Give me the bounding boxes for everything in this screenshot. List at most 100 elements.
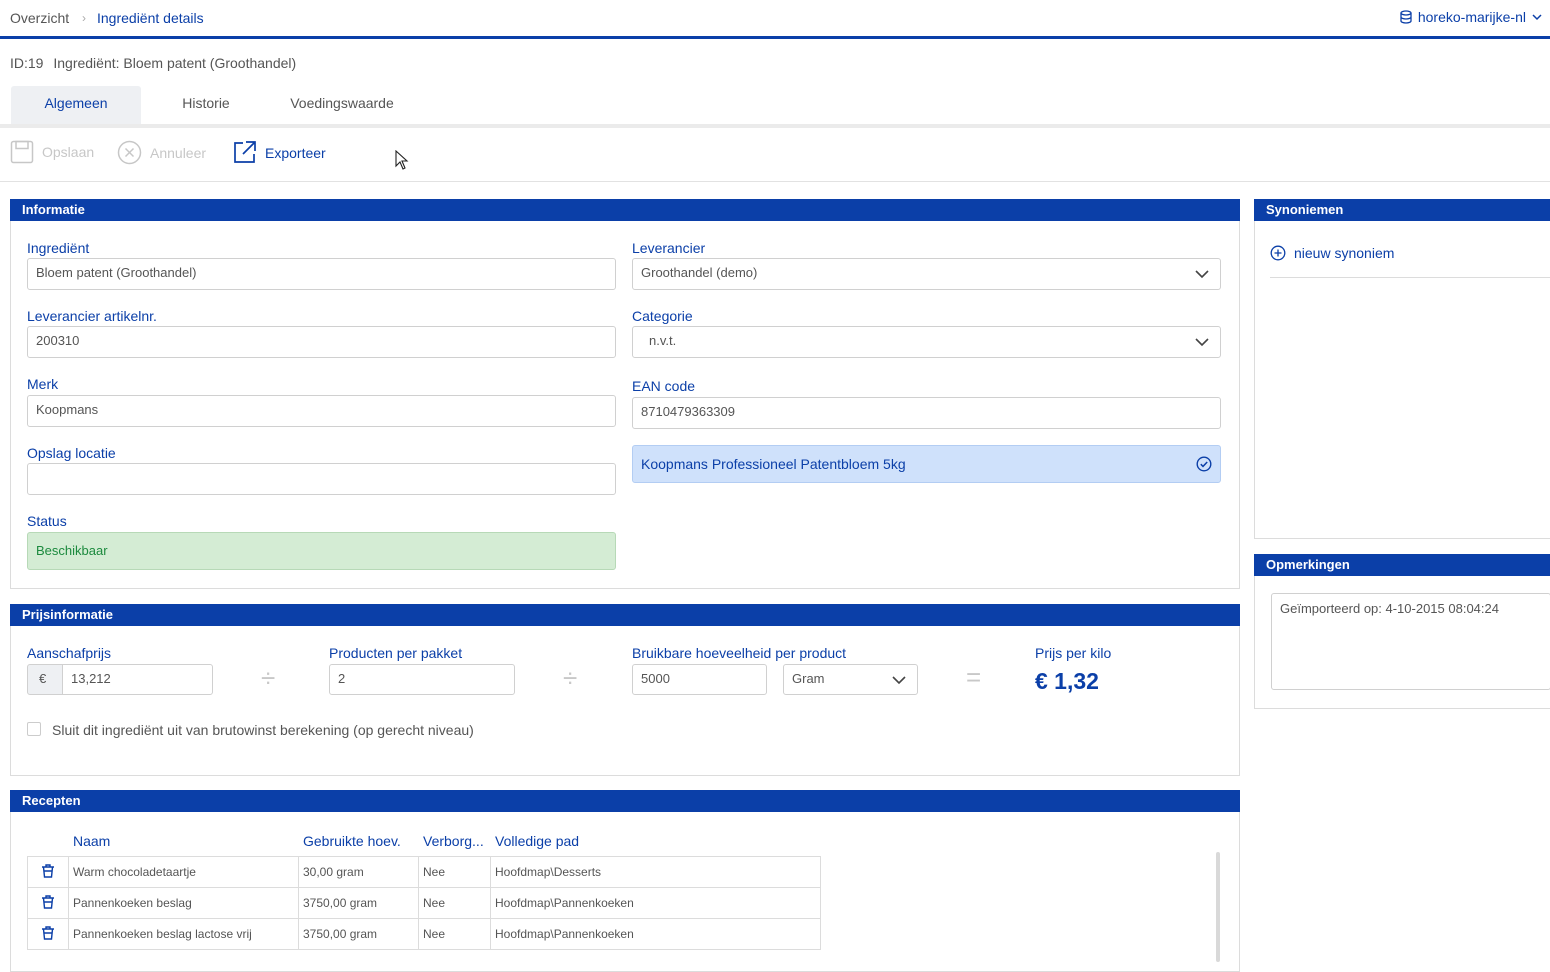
- usable-amount-input[interactable]: 5000: [632, 664, 767, 695]
- ean-match-label: Koopmans Professioneel Patentbloem 5kg: [641, 456, 906, 472]
- page-title: ID:19 Ingrediënt: Bloem patent (Groothan…: [10, 55, 302, 71]
- toolbar: Opslaan Annuleer Exporteer: [0, 128, 1550, 182]
- tenant-name: horeko-marijke-nl: [1417, 9, 1526, 25]
- export-label: Exporteer: [265, 144, 326, 161]
- export-button[interactable]: Exporteer: [232, 140, 326, 165]
- recipe-path-cell: Hoofdmap\Pannenkoeken: [490, 918, 821, 950]
- chevron-down-icon: [1195, 338, 1209, 347]
- database-icon: [1400, 10, 1412, 24]
- tab-historie[interactable]: Historie: [156, 86, 256, 124]
- status-badge[interactable]: Beschikbaar: [27, 532, 616, 570]
- trash-icon: [42, 863, 54, 878]
- divider: [1270, 277, 1550, 278]
- price-per-kilo-value: € 1,32: [1035, 668, 1099, 694]
- synonyms-panel-title: Synoniemen: [1254, 199, 1550, 221]
- recipe-delete-button[interactable]: [27, 856, 69, 888]
- tab-voedingswaarde[interactable]: Voedingswaarde: [272, 86, 412, 124]
- table-row[interactable]: Pannenkoeken beslag 3750,00 gram Nee Hoo…: [27, 887, 821, 919]
- add-synonym-button[interactable]: nieuw synoniem: [1270, 245, 1394, 261]
- recipes-scrollbar[interactable]: [1216, 852, 1220, 962]
- divide-icon: ÷: [261, 663, 276, 693]
- top-bar: Overzicht › Ingrediënt details horeko-ma…: [0, 0, 1550, 39]
- chevron-down-icon: [1195, 270, 1209, 279]
- divide-icon: ÷: [563, 663, 578, 693]
- record-title: Ingrediënt: Bloem patent (Groothandel): [53, 55, 297, 71]
- recipe-amount-cell: 3750,00 gram: [298, 918, 419, 950]
- recipe-path-cell: Hoofdmap\Desserts: [490, 856, 821, 888]
- ean-code-input[interactable]: 8710479363309: [632, 397, 1221, 429]
- recipe-name-cell: Pannenkoeken beslag: [68, 887, 299, 919]
- status-label: Status: [27, 513, 67, 529]
- supplier-label: Leverancier: [632, 240, 706, 256]
- save-label: Opslaan: [42, 144, 95, 160]
- information-panel-title: Informatie: [10, 199, 1240, 221]
- exclude-checkbox[interactable]: [27, 722, 41, 736]
- recipe-path-cell: Hoofdmap\Pannenkoeken: [490, 887, 821, 919]
- chevron-down-icon: [892, 676, 906, 685]
- ean-code-label: EAN code: [632, 378, 696, 394]
- trash-icon: [42, 925, 54, 940]
- ingredient-input[interactable]: Bloem patent (Groothandel): [27, 258, 616, 290]
- recipe-delete-button[interactable]: [27, 887, 69, 919]
- brand-input[interactable]: Koopmans: [27, 395, 616, 427]
- table-row[interactable]: Warm chocoladetaartje 30,00 gram Nee Hoo…: [27, 856, 821, 888]
- breadcrumb-chevron-icon: ›: [82, 11, 86, 25]
- tenant-selector[interactable]: horeko-marijke-nl: [1400, 9, 1542, 25]
- check-circle-icon: [1196, 456, 1212, 472]
- products-per-pack-input[interactable]: 2: [329, 664, 515, 695]
- exclude-checkbox-label: Sluit dit ingrediënt uit van brutowinst …: [52, 722, 474, 738]
- recipe-amount-cell: 30,00 gram: [298, 856, 419, 888]
- usable-amount-label: Bruikbare hoeveelheid per product: [632, 645, 847, 661]
- tab-bar: Algemeen Historie Voedingswaarde: [0, 86, 1550, 128]
- save-button[interactable]: Opslaan: [10, 140, 94, 164]
- column-header-name[interactable]: Naam: [73, 833, 110, 849]
- recipe-name-cell: Pannenkoeken beslag lactose vrij: [68, 918, 299, 950]
- recipe-hidden-cell: Nee: [418, 887, 491, 919]
- recipe-amount-cell: 3750,00 gram: [298, 887, 419, 919]
- unit-value: Gram: [792, 671, 825, 686]
- products-per-pack-label: Producten per pakket: [329, 645, 463, 661]
- recipe-hidden-cell: Nee: [418, 918, 491, 950]
- plus-circle-icon: [1270, 245, 1286, 261]
- recipes-panel-title: Recepten: [10, 790, 1240, 812]
- equals-icon: =: [966, 662, 982, 692]
- currency-addon: €: [27, 664, 63, 695]
- cancel-label: Annuleer: [150, 144, 207, 161]
- remarks-textarea[interactable]: Geïmporteerd op: 4-10-2015 08:04:24: [1271, 593, 1550, 690]
- storage-location-input[interactable]: [27, 463, 616, 495]
- supplier-artnr-label: Leverancier artikelnr.: [27, 308, 157, 324]
- purchase-price-label: Aanschafprijs: [27, 645, 112, 661]
- storage-location-label: Opslag locatie: [27, 445, 116, 461]
- supplier-select[interactable]: Groothandel (demo): [632, 258, 1221, 290]
- remarks-panel-title: Opmerkingen: [1254, 554, 1550, 576]
- price-per-kilo-label: Prijs per kilo: [1035, 645, 1112, 661]
- column-header-path[interactable]: Volledige pad: [495, 833, 579, 849]
- supplier-value: Groothandel (demo): [641, 265, 758, 280]
- ingredient-label: Ingrediënt: [27, 240, 90, 256]
- save-icon: [10, 140, 34, 164]
- brand-label: Merk: [27, 376, 59, 392]
- price-panel-title: Prijsinformatie: [10, 604, 1240, 626]
- record-id: ID:19: [10, 55, 44, 71]
- recipe-hidden-cell: Nee: [418, 856, 491, 888]
- ean-match-result[interactable]: Koopmans Professioneel Patentbloem 5kg: [632, 445, 1221, 483]
- export-icon: [234, 141, 256, 163]
- chevron-down-icon: [1532, 14, 1542, 21]
- category-value: n.v.t.: [649, 333, 677, 348]
- unit-select[interactable]: Gram: [783, 664, 918, 695]
- tab-algemeen[interactable]: Algemeen: [11, 86, 141, 124]
- trash-icon: [42, 894, 54, 909]
- recipe-delete-button[interactable]: [27, 918, 69, 950]
- column-header-amount[interactable]: Gebruikte hoev.: [303, 833, 401, 849]
- breadcrumb-overview-link[interactable]: Overzicht: [10, 10, 69, 26]
- supplier-artnr-input[interactable]: 200310: [27, 326, 616, 358]
- mouse-cursor-icon: [395, 150, 409, 170]
- recipes-table: Warm chocoladetaartje 30,00 gram Nee Hoo…: [27, 856, 821, 950]
- category-select[interactable]: n.v.t.: [632, 326, 1221, 358]
- table-row[interactable]: Pannenkoeken beslag lactose vrij 3750,00…: [27, 918, 821, 950]
- recipe-name-cell: Warm chocoladetaartje: [68, 856, 299, 888]
- breadcrumb-current: Ingrediënt details: [97, 10, 204, 26]
- purchase-price-input[interactable]: 13,212: [62, 664, 213, 695]
- column-header-hidden[interactable]: Verborg...: [423, 833, 484, 849]
- cancel-button[interactable]: Annuleer: [117, 140, 206, 165]
